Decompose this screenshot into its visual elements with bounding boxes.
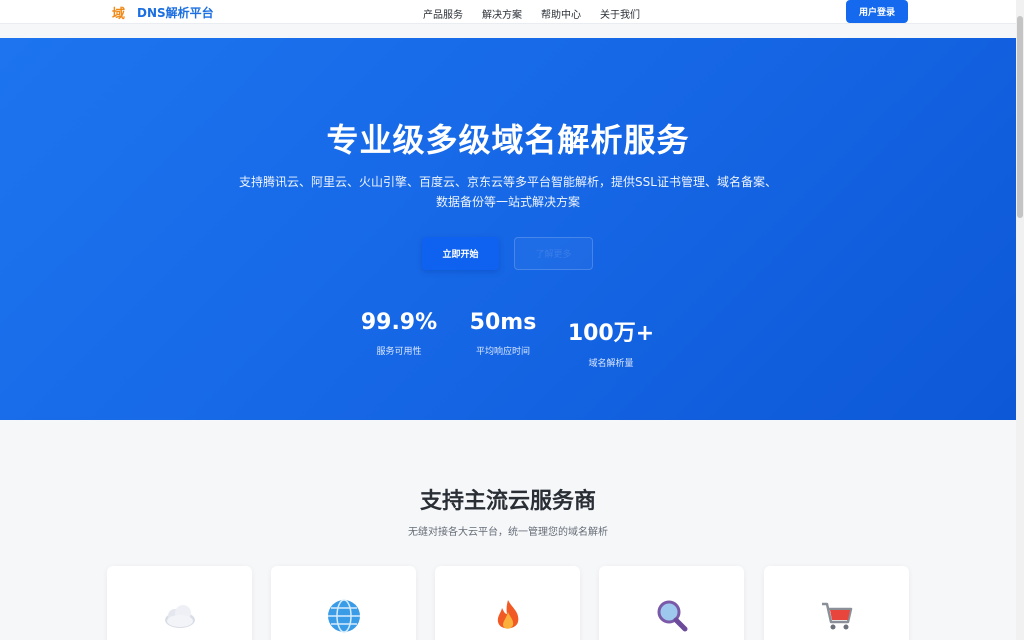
get-started-button[interactable]: 立即开始 <box>422 237 499 270</box>
fire-icon <box>490 598 526 634</box>
stat-value: 100万+ <box>567 321 655 346</box>
login-button[interactable]: 用户登录 <box>846 0 908 23</box>
provider-card-globe[interactable] <box>271 566 416 640</box>
nav-item-solutions[interactable]: 解决方案 <box>482 6 522 21</box>
scrollbar-thumb[interactable] <box>1017 16 1023 218</box>
providers-title: 支持主流云服务商 <box>419 489 596 514</box>
stat-label: 服务可用性 <box>376 347 422 357</box>
hero-description: 支持腾讯云、阿里云、火山引擎、百度云、京东云等多平台智能解析，提供SSL证书管理… <box>228 172 788 212</box>
nav-item-help[interactable]: 帮助中心 <box>541 6 581 21</box>
nav-item-about[interactable]: 关于我们 <box>600 6 640 21</box>
hero-description-line-2: 数据备份等一站式解决方案 <box>435 195 580 209</box>
magnifier-icon <box>654 598 690 634</box>
hero-title: 专业级多级域名解析服务 <box>326 121 690 159</box>
stat-availability: 99.9% 服务可用性 <box>359 310 439 357</box>
main-nav: 产品服务 解决方案 帮助中心 关于我们 <box>423 6 640 21</box>
hero-description-line-1: 支持腾讯云、阿里云、火山引擎、百度云、京东云等多平台智能解析，提供SSL证书管理… <box>239 175 777 189</box>
provider-card-search[interactable] <box>599 566 744 640</box>
logo-mark: 域 <box>112 7 126 22</box>
stat-label: 平均响应时间 <box>475 347 530 357</box>
globe-icon <box>326 598 362 634</box>
hero-section: 专业级多级域名解析服务 支持腾讯云、阿里云、火山引擎、百度云、京东云等多平台智能… <box>0 38 1016 420</box>
logo-text: DNS解析平台 <box>137 6 214 20</box>
stat-response-time: 50ms 平均响应时间 <box>463 310 543 357</box>
providers-subtitle: 无缝对接各大云平台，统一管理您的域名解析 <box>408 527 608 538</box>
provider-card-cloud[interactable] <box>107 566 252 640</box>
stat-value: 99.9% <box>360 310 438 335</box>
provider-card-cart[interactable] <box>764 566 909 640</box>
shopping-cart-icon <box>819 598 855 634</box>
stat-label: 域名解析量 <box>588 359 634 369</box>
stat-value: 50ms <box>469 310 537 335</box>
page-scrollbar[interactable] <box>1016 0 1024 640</box>
stat-resolution-volume: 100万+ 域名解析量 <box>566 315 656 369</box>
cloud-icon <box>162 598 198 634</box>
site-logo[interactable]: 域 DNS解析平台 <box>112 3 214 22</box>
nav-item-products[interactable]: 产品服务 <box>423 6 463 21</box>
learn-more-button[interactable]: 了解更多 <box>514 237 593 270</box>
top-navbar: 域 DNS解析平台 产品服务 解决方案 帮助中心 关于我们 用户登录 <box>0 0 1016 24</box>
provider-card-fire[interactable] <box>435 566 580 640</box>
